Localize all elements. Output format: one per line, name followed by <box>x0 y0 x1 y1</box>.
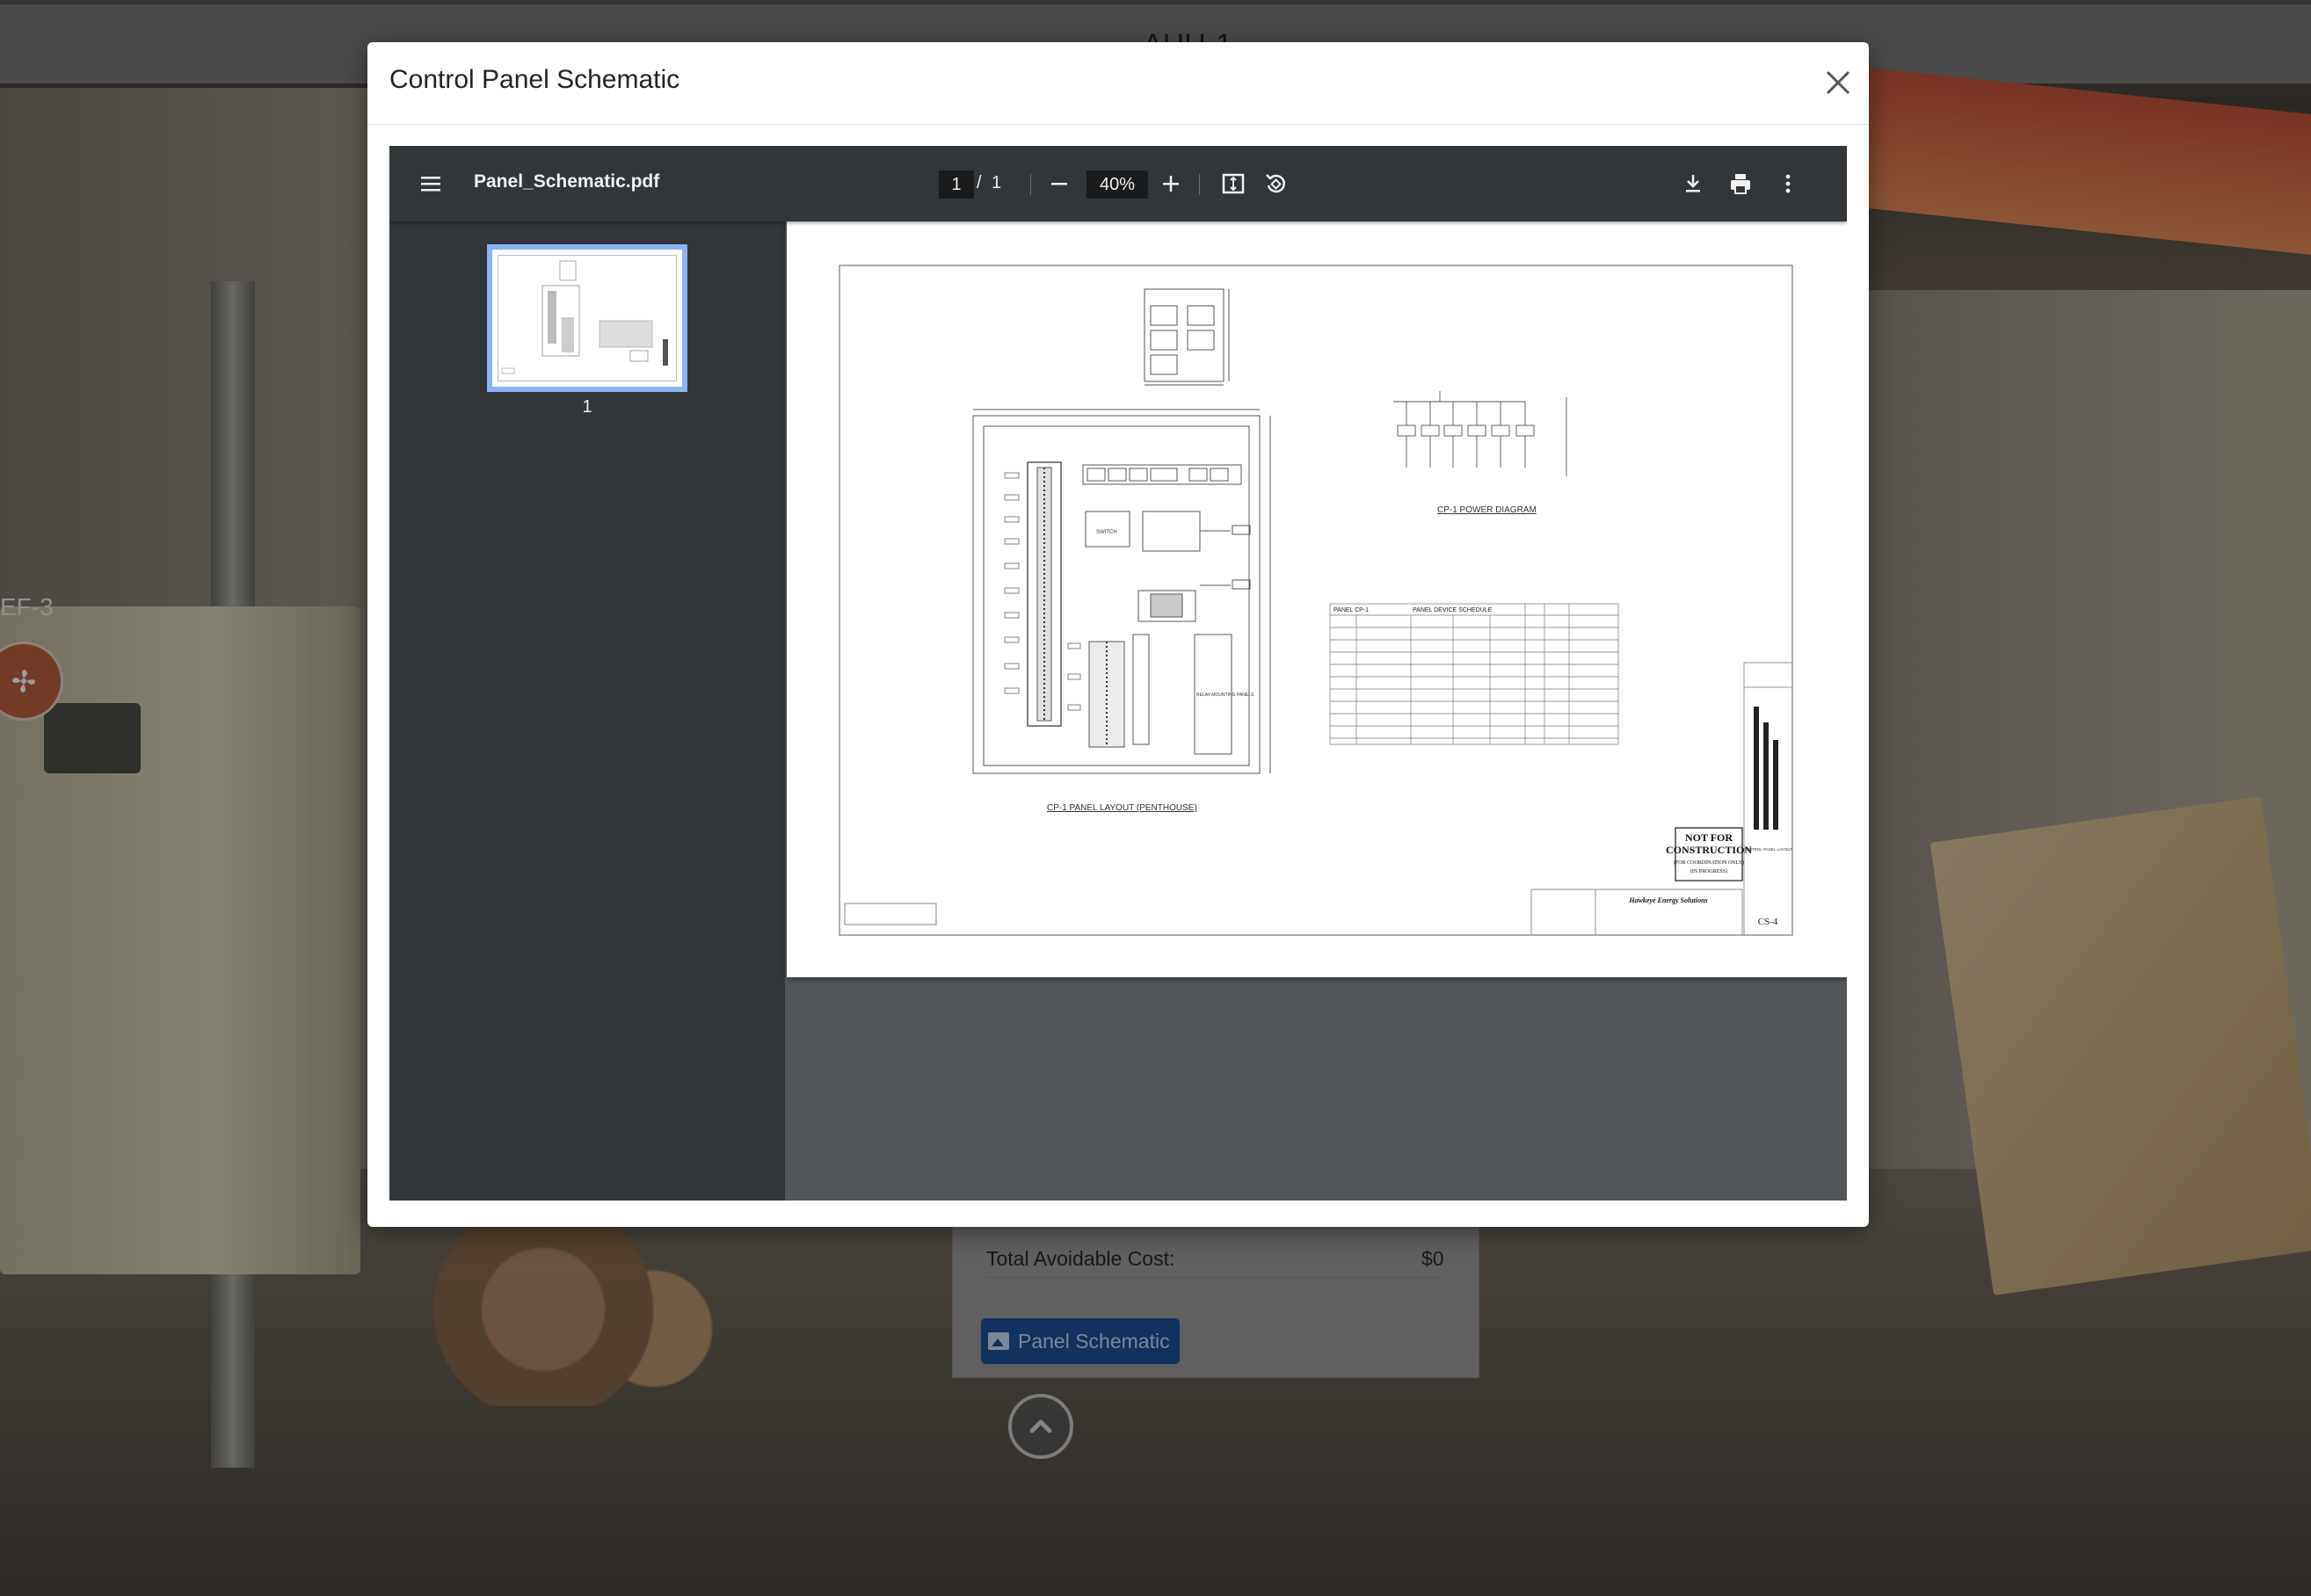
rotate-button[interactable] <box>1258 166 1293 201</box>
print-icon <box>1731 174 1750 194</box>
more-vertical-icon <box>1785 174 1791 193</box>
download-icon <box>1686 175 1700 192</box>
title-bar-2 <box>1763 722 1769 830</box>
power-diagram-drawing <box>1393 391 1567 476</box>
schematic-drawing: SWITCH RELAY MOUNTING PANELS CP-1 PANEL … <box>839 265 1793 936</box>
stamp-line-3: (FOR COORDINATION ONLY) <box>1674 860 1744 866</box>
modal-header: Control Panel Schematic <box>367 42 1869 125</box>
document-view[interactable]: SWITCH RELAY MOUNTING PANELS CP-1 PANEL … <box>787 221 1847 1201</box>
title-bar-3 <box>1773 740 1778 830</box>
pdf-page: SWITCH RELAY MOUNTING PANELS CP-1 PANEL … <box>787 221 1847 977</box>
zoom-out-button[interactable] <box>1042 166 1077 201</box>
page-count: 1 <box>992 173 1002 192</box>
sheet-number: CS-4 <box>1758 917 1778 927</box>
pdf-toolbar: Panel_Schematic.pdf / 1 <box>389 146 1847 221</box>
pdf-viewer: Panel_Schematic.pdf / 1 <box>389 146 1847 1201</box>
company-name: Hawkeye Energy Solutions <box>1628 896 1707 904</box>
print-button[interactable] <box>1723 166 1758 201</box>
thumbnail-sidebar: 1 <box>389 221 785 1201</box>
menu-icon <box>421 177 440 192</box>
file-name: Panel_Schematic.pdf <box>474 171 660 192</box>
toolbar-divider <box>1030 174 1031 195</box>
device-schedule-table <box>1329 603 1619 745</box>
modal-title: Control Panel Schematic <box>389 65 680 94</box>
title-block <box>1530 662 1793 936</box>
plus-icon <box>1163 176 1179 192</box>
thumbnail-page-number: 1 <box>582 397 592 417</box>
zoom-input[interactable] <box>1086 170 1148 199</box>
close-icon <box>1826 70 1850 95</box>
sheet-title: CONTROL PANEL LAYOUT <box>1743 847 1793 852</box>
fit-to-page-icon <box>1222 173 1245 194</box>
schedule-title: PANEL DEVICE SCHEDULE <box>1413 607 1493 613</box>
close-button[interactable] <box>1822 67 1854 98</box>
power-diagram-caption: CP-1 POWER DIAGRAM <box>1437 505 1537 515</box>
panel-layout-caption: CP-1 PANEL LAYOUT (PENTHOUSE) <box>1047 803 1197 813</box>
title-bar-1 <box>1754 707 1759 830</box>
minus-icon <box>1051 183 1067 185</box>
toolbar-divider <box>1199 174 1200 195</box>
page-thumbnail[interactable] <box>487 244 687 392</box>
sidebar-toggle-button[interactable] <box>413 166 448 201</box>
page-number-input[interactable] <box>939 170 974 199</box>
switch-label: SWITCH <box>1096 530 1117 535</box>
small-enclosure-drawing <box>1144 288 1230 386</box>
rotate-icon <box>1266 174 1286 193</box>
stamp-line-4: (IN PROGRESS) <box>1690 868 1727 874</box>
page-separator: / <box>977 173 982 192</box>
stamp-line-1: NOT FOR <box>1685 831 1733 844</box>
more-actions-button[interactable] <box>1770 166 1806 201</box>
zoom-in-button[interactable] <box>1153 166 1188 201</box>
thumbnail-preview <box>498 255 677 381</box>
panel-layout-drawing <box>972 409 1271 774</box>
download-button[interactable] <box>1675 166 1711 201</box>
stamp-line-2: CONSTRUCTION <box>1666 844 1752 856</box>
schematic-modal: Control Panel Schematic Panel_Schematic.… <box>367 42 1869 1227</box>
fit-page-button[interactable] <box>1216 166 1251 201</box>
schedule-panel-label: PANEL CP-1 <box>1334 607 1369 613</box>
notes-box <box>844 903 937 925</box>
relay-label: RELAY MOUNTING PANELS <box>1196 693 1254 698</box>
